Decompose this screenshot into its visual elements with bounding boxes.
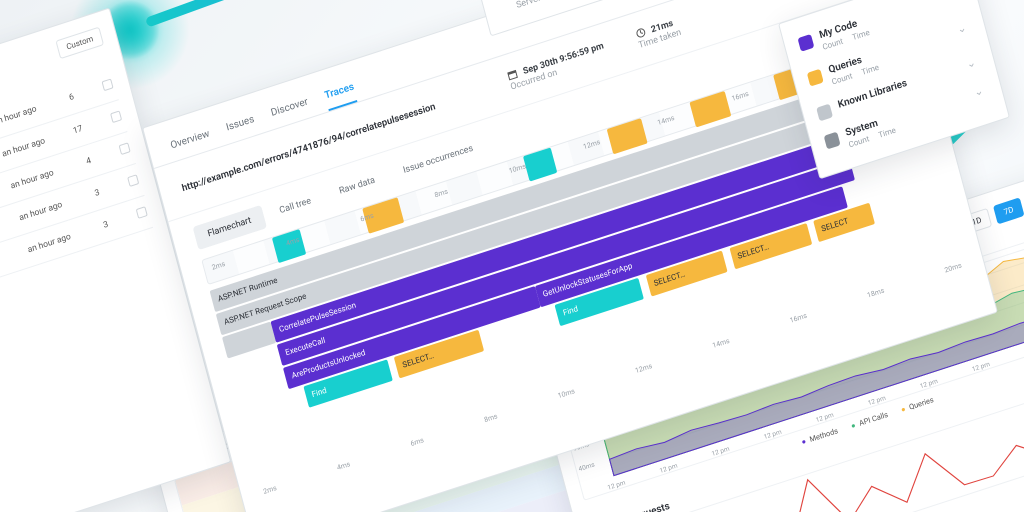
swatch-icon [797,34,814,52]
traces-table: 2 years agoan hour ago62 years agoan hou… [0,68,153,339]
svg-text:12 pm: 12 pm [711,445,731,458]
chevron-down-icon: ⌄ [946,0,958,1]
legend-item-system[interactable]: System CountTime ⌄ [823,84,987,157]
subtab-calltree[interactable]: Call tree [264,185,326,226]
range-7d[interactable]: 7D [993,197,1024,224]
svg-text:12 pm: 12 pm [659,461,679,474]
svg-text:12 pm: 12 pm [763,428,783,441]
svg-text:12 pm: 12 pm [607,478,627,491]
svg-text:12 pm: 12 pm [867,394,887,407]
swatch-icon [807,69,824,87]
svg-text:12 pm: 12 pm [919,377,939,390]
svg-text:12 pm: 12 pm [815,411,835,424]
time-taken: 21msTime taken [634,16,682,52]
swatch-icon [824,132,841,150]
chevron-down-icon: ⌄ [965,56,977,71]
chevron-down-icon: ⌄ [956,21,968,36]
flame-legend: My Code CountTime ⌄ Queries CountTime ⌄ … [778,0,1010,179]
svg-text:40ms: 40ms [578,460,596,473]
chevron-down-icon: ⌄ [973,84,985,99]
swatch-icon [816,104,833,122]
svg-text:12 pm: 12 pm [971,360,991,373]
